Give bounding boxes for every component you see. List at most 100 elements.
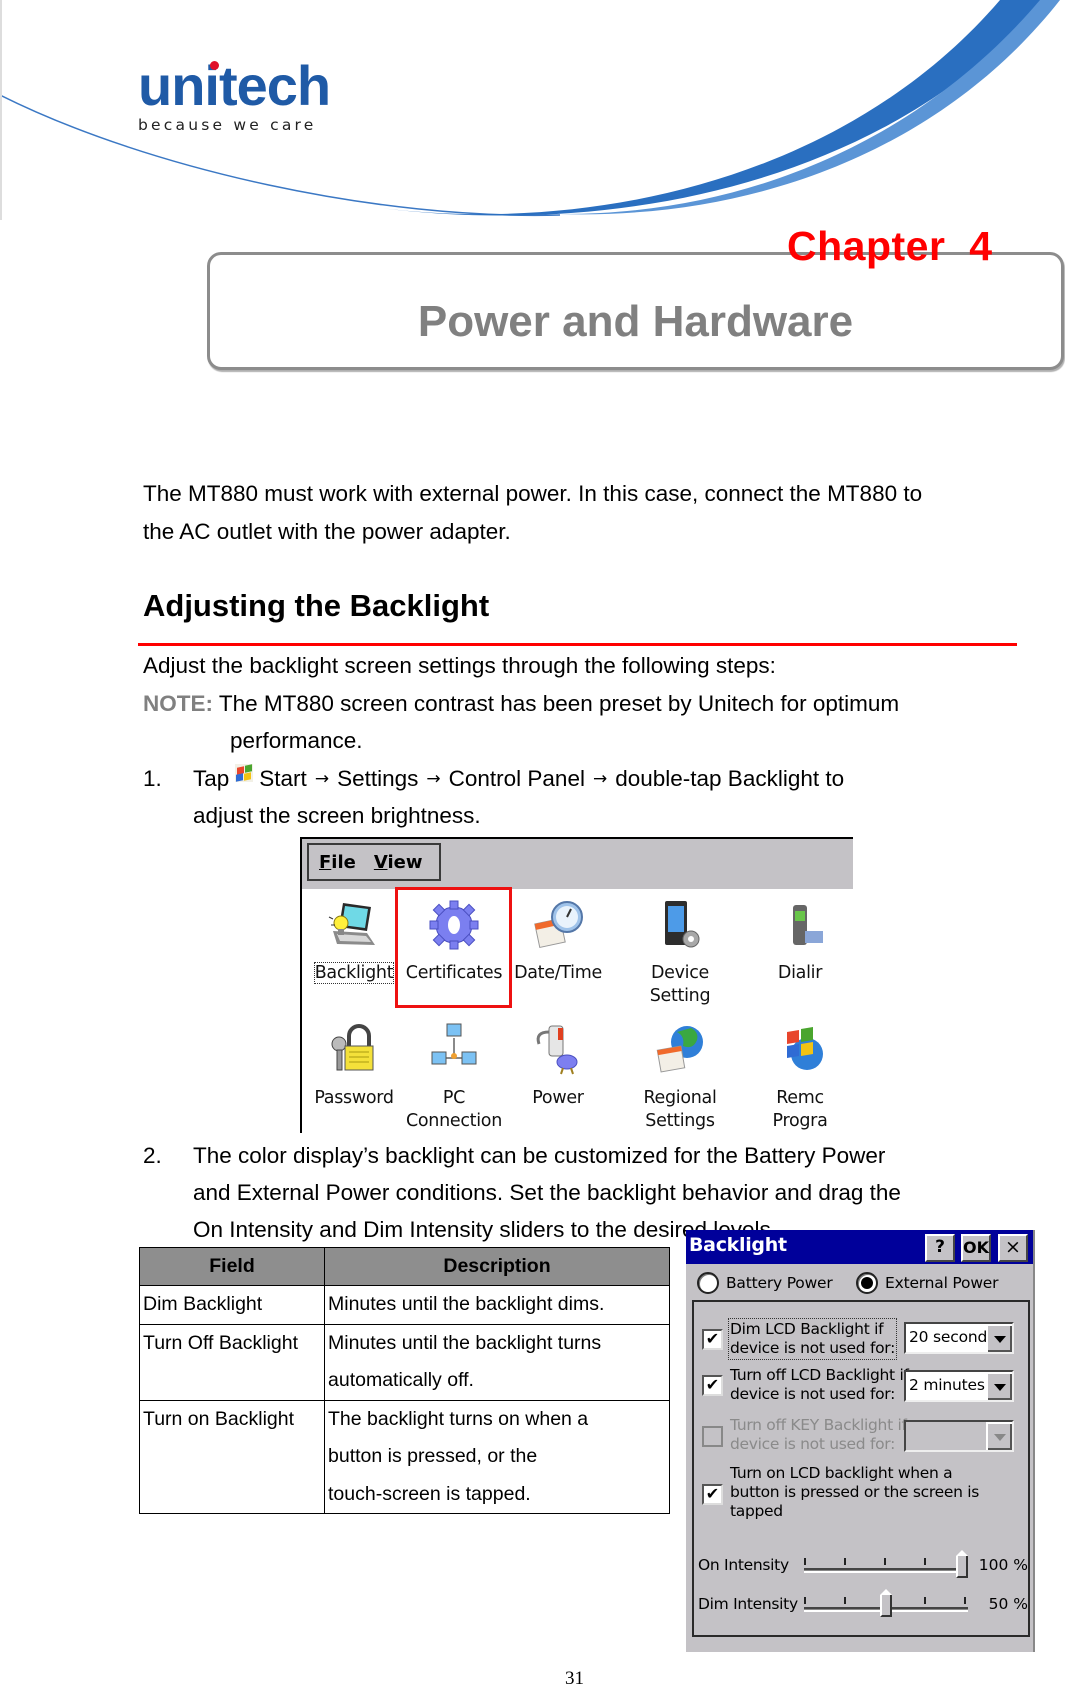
on-intensity-slider-row: On Intensity 100 %	[694, 1550, 1032, 1580]
chevron-down-icon[interactable]	[986, 1324, 1012, 1352]
radio-button-checked[interactable]	[856, 1272, 878, 1294]
section-heading: Adjusting the Backlight	[143, 588, 490, 623]
page-number: 31	[565, 1668, 584, 1689]
logo-tagline: because we care	[138, 116, 317, 134]
on-intensity-slider[interactable]	[804, 1550, 968, 1578]
cp-item-pc-connection[interactable]: PC Connection	[394, 1022, 514, 1133]
cp-item-label: Regional Settings	[643, 1088, 717, 1131]
cell-description: Minutes until the backlight dims.	[324, 1285, 670, 1325]
note-continuation: performance.	[230, 728, 363, 753]
dim-intensity-label: Dim Intensity	[698, 1595, 798, 1613]
cp-menu-view[interactable]: View	[374, 852, 423, 873]
turn-on-lcd-label: Turn on LCD backlight when a button is pr…	[730, 1464, 980, 1520]
slider-tick	[804, 1597, 806, 1604]
slider-tick	[804, 1558, 806, 1565]
logo-wordmark: unitech	[138, 54, 331, 117]
chevron-down-icon[interactable]	[986, 1372, 1012, 1400]
slider-tick	[964, 1597, 966, 1604]
section-lead-text: Adjust the backlight screen settings thr…	[143, 653, 776, 678]
close-button[interactable]: ×	[998, 1234, 1028, 1262]
cell-field: Dim Backlight	[139, 1285, 325, 1325]
highlight-annotation-box	[395, 887, 512, 1008]
header-field: Field	[139, 1247, 325, 1286]
cp-item-dialing[interactable]: Dialir	[740, 897, 853, 985]
dim-lcd-timeout-select[interactable]: 20 second	[904, 1322, 1014, 1354]
turn-off-key-label: Turn off KEY Backlight if device is not u…	[730, 1416, 907, 1453]
arrow-icon: →	[314, 769, 330, 789]
cp-item-label: PC Connection	[405, 1088, 503, 1131]
pc-connection-icon	[431, 1023, 477, 1065]
turn-off-lcd-label: Turn off LCD Backlight if device is not u…	[730, 1366, 909, 1403]
help-button[interactable]: ?	[925, 1234, 955, 1262]
cell-field: Turn Off Backlight	[139, 1323, 325, 1401]
cp-menu-box: File View	[307, 843, 441, 881]
cell-description: Minutes until the backlight turns automat…	[324, 1323, 670, 1401]
turn-off-key-checkbox[interactable]	[702, 1426, 723, 1447]
turn-off-key-timeout-select[interactable]	[904, 1420, 1014, 1452]
slider-thumb[interactable]	[880, 1589, 892, 1617]
password-lock-icon	[331, 1024, 374, 1071]
section-divider	[138, 643, 1017, 646]
step-2-line-1: The color display’s backlight can be cus…	[193, 1143, 886, 1168]
chapter-number-label: Chapter 4	[787, 223, 993, 269]
cp-item-label: Power	[532, 1088, 584, 1108]
cp-item-date-time[interactable]: Date/Time	[498, 897, 618, 985]
chevron-down-icon[interactable]	[986, 1422, 1012, 1450]
step-1-tap: Tap	[193, 766, 230, 791]
backlight-field-table: Field Description Dim Backlight Minutes …	[139, 1247, 670, 1514]
note-paragraph: NOTE: The MT880 screen contrast has been…	[143, 685, 899, 723]
cp-item-regional-settings[interactable]: Regional Settings	[620, 1022, 740, 1133]
ok-button[interactable]: OK	[961, 1234, 991, 1262]
dialog-right-border	[1033, 1230, 1035, 1652]
battery-power-radio[interactable]: Battery Power	[697, 1272, 833, 1294]
check-mark-icon: ✔	[705, 1329, 720, 1348]
check-mark-icon: ✔	[705, 1375, 720, 1394]
table-header-row: Field Description	[139, 1247, 670, 1286]
backlight-laptop-icon	[328, 903, 375, 945]
on-intensity-label: On Intensity	[698, 1556, 789, 1574]
windows-start-icon	[235, 764, 254, 782]
step-1-instruction-cont: adjust the screen brightness.	[193, 803, 481, 828]
dim-lcd-label: Dim LCD Backlight if device is not used f…	[727, 1318, 898, 1360]
note-label: NOTE:	[143, 691, 213, 716]
arrow-icon: →	[592, 769, 608, 789]
intro-paragraph: The MT880 must work with external power.…	[143, 475, 922, 550]
dim-intensity-slider[interactable]	[804, 1589, 968, 1617]
cp-item-power[interactable]: Power	[498, 1022, 618, 1110]
slider-tick	[924, 1558, 926, 1565]
dialog-title-bar: Backlight ? OK ×	[686, 1230, 1033, 1264]
on-intensity-value: 100 %	[978, 1556, 1028, 1574]
device-setting-icon	[665, 901, 700, 948]
table-row: Turn on Backlight The backlight turns on…	[139, 1399, 670, 1514]
dim-lcd-checkbox[interactable]: ✔	[702, 1329, 723, 1350]
control-panel-screenshot: File View Backlight Certificates Date/Ti…	[300, 837, 853, 1133]
cp-item-device-setting[interactable]: Device Setting	[620, 897, 740, 1008]
intro-line-2: the AC outlet with the power adapter.	[143, 518, 511, 544]
logo-dot	[210, 61, 219, 70]
cell-field: Turn on Backlight	[139, 1399, 325, 1514]
step-1-path-start: Start	[259, 766, 307, 791]
swoosh-blue-band	[380, 0, 1045, 216]
slider-thumb[interactable]	[956, 1550, 968, 1578]
dim-intensity-slider-row: Dim Intensity 50 %	[694, 1589, 1032, 1619]
cell-description: The backlight turns on when a button is p…	[324, 1399, 670, 1514]
cp-item-label: Device Setting	[649, 963, 711, 1006]
radio-button-unchecked[interactable]	[697, 1272, 719, 1294]
table-row: Turn Off Backlight Minutes until the bac…	[139, 1323, 670, 1401]
step-2-number: 2.	[143, 1143, 162, 1168]
turn-off-lcd-checkbox[interactable]: ✔	[702, 1375, 723, 1396]
check-mark-icon: ✔	[705, 1484, 720, 1503]
turn-on-lcd-checkbox[interactable]: ✔	[702, 1484, 723, 1505]
dim-intensity-value: 50 %	[988, 1595, 1028, 1613]
unitech-logo: unitech because we care	[138, 54, 331, 135]
slider-tick	[844, 1558, 846, 1565]
turn-off-lcd-timeout-select[interactable]: 2 minutes	[904, 1370, 1014, 1402]
radio-label: Battery Power	[726, 1274, 833, 1292]
cp-item-remove-programs[interactable]: Remc Progra	[740, 1022, 853, 1133]
external-power-radio[interactable]: External Power	[856, 1272, 999, 1294]
cp-menu-bar: File View	[302, 839, 853, 889]
cp-item-label: Remc Progra	[772, 1088, 828, 1131]
cp-menu-file[interactable]: File	[319, 852, 356, 873]
table-row: Dim Backlight Minutes until the backligh…	[139, 1285, 670, 1325]
regional-globe-icon	[656, 1026, 703, 1073]
